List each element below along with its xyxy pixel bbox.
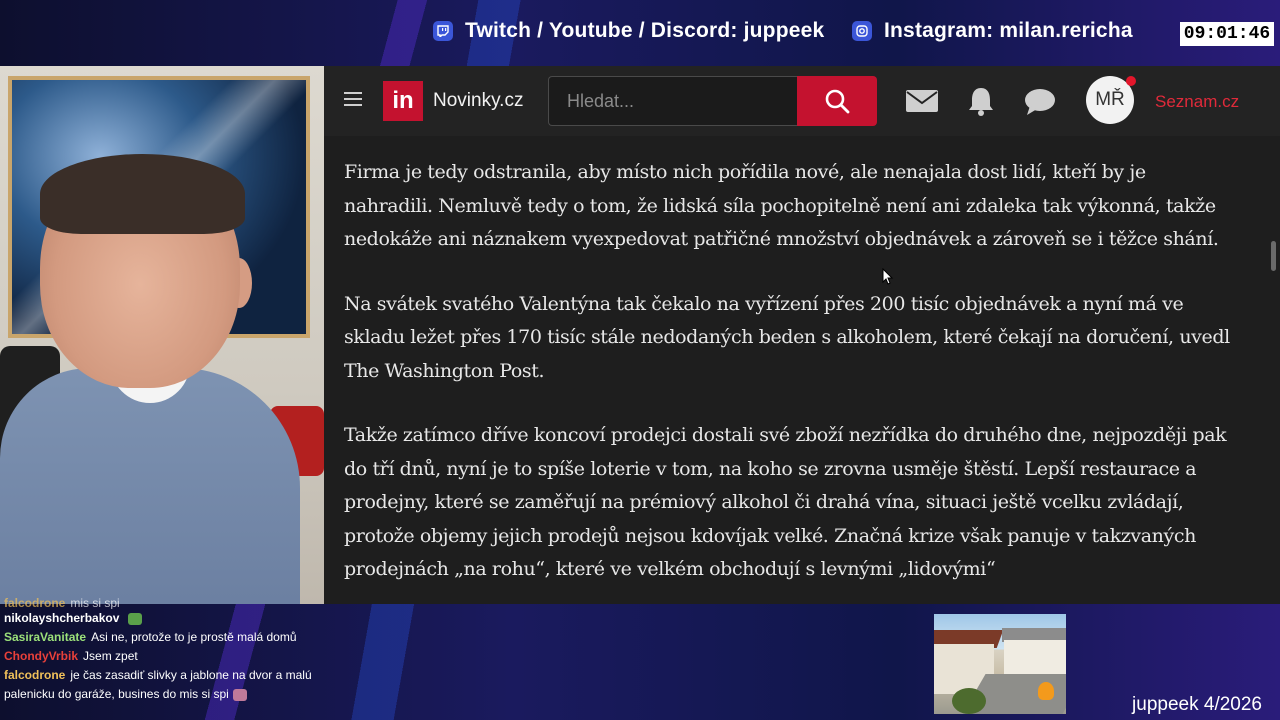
- article-body: Firma je tedy odstranila, aby místo nich…: [324, 136, 1280, 587]
- instagram-icon: [852, 21, 872, 41]
- chat-message-continuation: palenicku do garáže, busines do mis si s…: [0, 685, 340, 704]
- social-instagram: Instagram: milan.rericha: [852, 19, 1133, 43]
- seznam-link[interactable]: Seznam.cz: [1155, 92, 1239, 112]
- social-twitch-text: Twitch / Youtube / Discord: juppeek: [465, 19, 825, 42]
- page-scrollbar[interactable]: [1271, 241, 1276, 271]
- chat-icon[interactable]: [1024, 88, 1056, 116]
- social-instagram-text: Instagram: milan.rericha: [884, 19, 1133, 42]
- outdoor-camera-thumbnail: [934, 614, 1066, 714]
- hamburger-menu-icon[interactable]: [344, 92, 362, 106]
- stream-watermark: juppeek 4/2026: [1132, 694, 1262, 715]
- notification-dot: [1126, 76, 1136, 86]
- webcam-feed: [0, 66, 324, 604]
- chat-message: falcodrone mis si spi: [4, 597, 120, 609]
- novinky-logo[interactable]: in: [383, 81, 423, 121]
- site-brand[interactable]: Novinky.cz: [433, 90, 523, 112]
- stream-chat: falcodrone mis si spi nikolayshcherbakov …: [0, 597, 340, 720]
- chat-message: falcodrone je čas zasadiť slivky a jablon…: [4, 668, 312, 682]
- hair: [40, 154, 245, 234]
- bell-icon[interactable]: [968, 86, 994, 116]
- search-input[interactable]: [548, 76, 798, 126]
- chat-message: nikolayshcherbakov: [0, 609, 340, 628]
- streamer: [0, 154, 300, 604]
- chat-message: SasiraVanitate Asi ne, protože to je pros…: [4, 630, 297, 644]
- mail-icon[interactable]: [906, 90, 938, 112]
- site-header: in Novinky.cz MŘ Seznam.cz: [324, 66, 1280, 136]
- article-paragraph: Firma je tedy odstranila, aby místo nich…: [344, 161, 1219, 250]
- search-button[interactable]: [797, 76, 877, 126]
- stream-clock: 09:01:46: [1180, 22, 1274, 46]
- emote-icon: [128, 612, 143, 625]
- mouse-cursor-icon: [882, 268, 894, 285]
- emote-icon: [232, 688, 247, 701]
- article-paragraph: Takže zatímco dříve koncoví prodejci dos…: [344, 424, 1227, 580]
- browser-window: in Novinky.cz MŘ Seznam.cz Firma je tedy…: [324, 66, 1280, 604]
- twitch-icon: [433, 21, 453, 41]
- shirt: [0, 368, 300, 604]
- stream-top-banner: Twitch / Youtube / Discord: juppeek Inst…: [0, 0, 1280, 66]
- social-twitch: Twitch / Youtube / Discord: juppeek: [433, 19, 824, 43]
- chat-message: ChondyVrbik Jsem zpet: [4, 649, 138, 663]
- article-paragraph: Na svátek svatého Valentýna tak čekalo n…: [344, 292, 1230, 382]
- search-icon: [825, 89, 850, 114]
